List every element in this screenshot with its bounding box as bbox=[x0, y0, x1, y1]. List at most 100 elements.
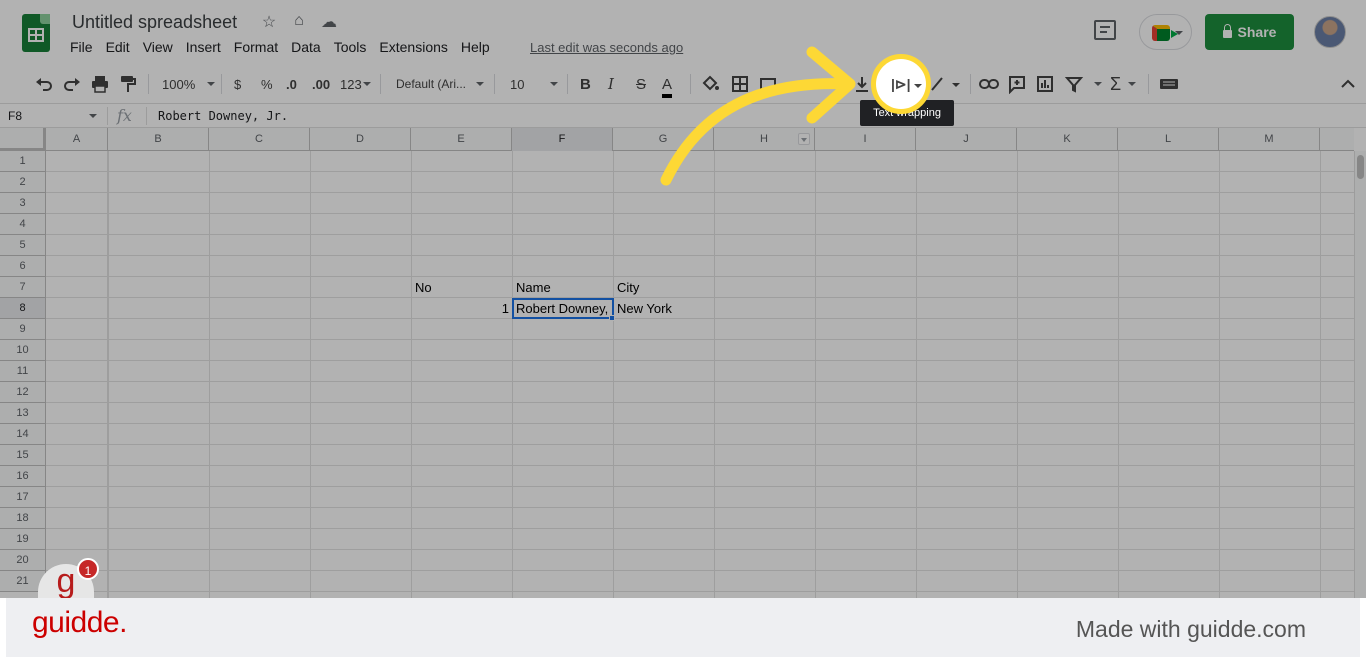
cloud-status-icon[interactable]: ☁ bbox=[319, 12, 339, 32]
borders-icon[interactable] bbox=[730, 74, 750, 94]
menu-edit[interactable]: Edit bbox=[106, 39, 136, 55]
row-header[interactable]: 16 bbox=[0, 466, 46, 487]
menu-extensions[interactable]: Extensions bbox=[379, 39, 453, 55]
row-header[interactable]: 12 bbox=[0, 382, 46, 403]
menu-format[interactable]: Format bbox=[234, 39, 284, 55]
paint-format-icon[interactable] bbox=[118, 74, 138, 94]
functions-button[interactable]: Σ bbox=[1110, 73, 1137, 94]
fill-color-icon[interactable] bbox=[700, 74, 720, 94]
font-size-select[interactable]: 10 bbox=[510, 74, 559, 94]
zoom-select[interactable]: 100% bbox=[162, 74, 216, 94]
menu-data[interactable]: Data bbox=[291, 39, 327, 55]
bold-button[interactable]: B bbox=[580, 74, 591, 94]
vertical-scrollbar[interactable] bbox=[1354, 151, 1366, 598]
insert-comment-icon[interactable] bbox=[1007, 74, 1027, 94]
text-color-button[interactable]: A bbox=[662, 74, 673, 98]
star-icon[interactable]: ☆ bbox=[259, 12, 279, 32]
column-header-i[interactable]: I bbox=[815, 128, 916, 151]
chevron-down-icon bbox=[207, 82, 216, 86]
meet-button[interactable] bbox=[1139, 14, 1192, 50]
formula-bar: F8 fx Robert Downey, Jr. bbox=[0, 104, 1366, 128]
cell-area[interactable] bbox=[46, 151, 1354, 598]
column-header-b[interactable]: B bbox=[108, 128, 209, 151]
row-header[interactable]: 8 bbox=[0, 298, 46, 319]
column-header-l[interactable]: L bbox=[1118, 128, 1219, 151]
menu-view[interactable]: View bbox=[143, 39, 179, 55]
column-header-c[interactable]: C bbox=[209, 128, 310, 151]
cell-e7[interactable]: No bbox=[412, 277, 512, 298]
percent-format-button[interactable]: % bbox=[261, 74, 273, 94]
cell-e8[interactable]: 1 bbox=[412, 298, 512, 319]
strikethrough-button[interactable]: S bbox=[636, 74, 646, 94]
cell-f8-active[interactable]: Robert Downey, bbox=[512, 298, 614, 319]
row-header[interactable]: 5 bbox=[0, 235, 46, 256]
select-all-corner[interactable] bbox=[0, 128, 46, 151]
italic-button[interactable]: I bbox=[608, 74, 614, 94]
scrollbar-thumb[interactable] bbox=[1357, 155, 1364, 179]
chevron-down-icon[interactable] bbox=[89, 114, 97, 118]
cell-g7[interactable]: City bbox=[614, 277, 714, 298]
column-header-m[interactable]: M bbox=[1219, 128, 1320, 151]
column-header-g[interactable]: G bbox=[613, 128, 714, 151]
menu-tools[interactable]: Tools bbox=[334, 39, 373, 55]
row-header[interactable]: 10 bbox=[0, 340, 46, 361]
sheets-logo-icon[interactable] bbox=[22, 14, 50, 52]
row-header[interactable]: 18 bbox=[0, 508, 46, 529]
move-folder-icon[interactable]: ⌂ bbox=[289, 12, 309, 32]
insert-link-icon[interactable] bbox=[978, 74, 1000, 94]
column-header-d[interactable]: D bbox=[310, 128, 411, 151]
decrease-decimal-button[interactable]: .0 bbox=[286, 74, 297, 94]
row-header[interactable]: 14 bbox=[0, 424, 46, 445]
name-box[interactable]: F8 bbox=[8, 109, 22, 123]
text-rotation-icon[interactable] bbox=[928, 74, 962, 94]
last-edit-link[interactable]: Last edit was seconds ago bbox=[530, 40, 683, 55]
column-header-a[interactable]: A bbox=[46, 128, 108, 151]
row-header[interactable]: 13 bbox=[0, 403, 46, 424]
share-label: Share bbox=[1237, 24, 1277, 40]
row-header[interactable]: 15 bbox=[0, 445, 46, 466]
column-headers: A B C D E F G H I J K L M bbox=[0, 128, 1354, 151]
cell-g8[interactable]: New York bbox=[614, 298, 714, 319]
row-header[interactable]: 4 bbox=[0, 214, 46, 235]
row-header[interactable]: 11 bbox=[0, 361, 46, 382]
redo-icon[interactable] bbox=[62, 74, 82, 94]
merge-cells-icon[interactable] bbox=[758, 74, 778, 94]
chevron-down-icon bbox=[1094, 82, 1102, 86]
column-header-f[interactable]: F bbox=[512, 128, 613, 151]
cell-f7[interactable]: Name bbox=[513, 277, 613, 298]
row-header[interactable]: 17 bbox=[0, 487, 46, 508]
row-header[interactable]: 7 bbox=[0, 277, 46, 298]
vertical-align-icon[interactable] bbox=[852, 74, 872, 94]
row-header[interactable]: 20 bbox=[0, 550, 46, 571]
print-icon[interactable] bbox=[90, 74, 110, 94]
comment-history-icon[interactable] bbox=[1094, 20, 1116, 40]
row-header[interactable]: 1 bbox=[0, 151, 46, 172]
row-header[interactable]: 3 bbox=[0, 193, 46, 214]
font-family-select[interactable]: Default (Ari... bbox=[396, 74, 485, 94]
undo-icon[interactable] bbox=[34, 74, 54, 94]
formula-input[interactable]: Robert Downey, Jr. bbox=[158, 109, 288, 123]
share-button[interactable]: Share bbox=[1205, 14, 1294, 50]
avatar[interactable] bbox=[1314, 16, 1346, 48]
column-header-e[interactable]: E bbox=[411, 128, 512, 151]
column-menu-icon[interactable] bbox=[798, 133, 810, 145]
menu-help[interactable]: Help bbox=[461, 39, 496, 55]
row-header[interactable]: 19 bbox=[0, 529, 46, 550]
filter-button[interactable] bbox=[1064, 74, 1102, 94]
column-header-j[interactable]: J bbox=[916, 128, 1017, 151]
menu-file[interactable]: File bbox=[70, 39, 99, 55]
column-header-k[interactable]: K bbox=[1017, 128, 1118, 151]
menu-insert[interactable]: Insert bbox=[186, 39, 227, 55]
insert-chart-icon[interactable] bbox=[1035, 74, 1055, 94]
row-header[interactable]: 6 bbox=[0, 256, 46, 277]
row-header[interactable]: 2 bbox=[0, 172, 46, 193]
input-tools-icon[interactable] bbox=[1158, 74, 1180, 94]
currency-format-button[interactable]: $ bbox=[234, 74, 241, 94]
fx-icon: fx bbox=[117, 106, 132, 125]
collapse-menu-icon[interactable] bbox=[1338, 74, 1358, 94]
sigma-icon: Σ bbox=[1110, 73, 1122, 94]
more-formats-button[interactable]: 123 bbox=[340, 74, 371, 94]
document-title[interactable]: Untitled spreadsheet bbox=[72, 12, 237, 33]
row-header[interactable]: 9 bbox=[0, 319, 46, 340]
increase-decimal-button[interactable]: .00 bbox=[312, 74, 330, 94]
